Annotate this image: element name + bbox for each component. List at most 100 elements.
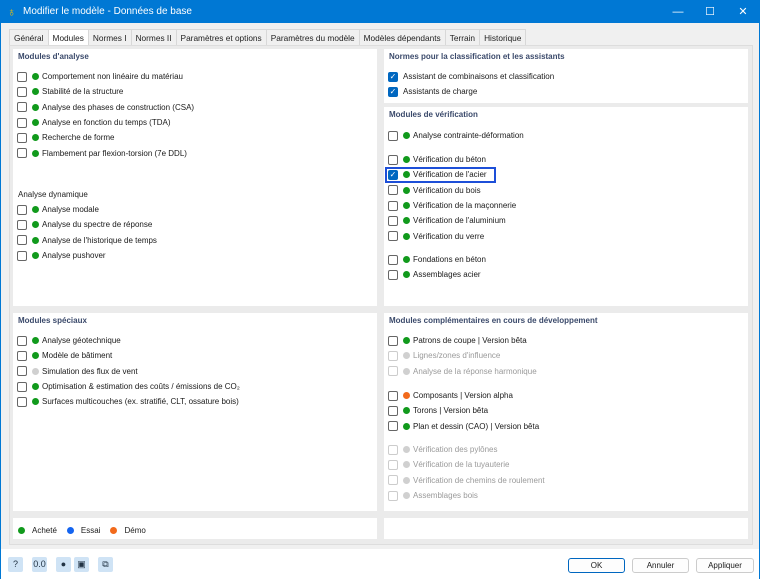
module-checkbox[interactable] [388, 254, 398, 265]
module-item[interactable]: Fondations en béton [388, 252, 486, 267]
module-checkbox[interactable] [388, 335, 398, 346]
module-item[interactable]: ✓ Assistant de combinaisons et classifica… [388, 69, 554, 84]
module-item[interactable]: Modèle de bâtiment [17, 348, 240, 363]
module-checkbox[interactable] [17, 148, 27, 159]
module-item[interactable]: Vérification de chemins de roulement [388, 473, 545, 488]
tab-terrain[interactable]: Terrain [444, 29, 481, 45]
module-checkbox[interactable] [388, 130, 398, 141]
minimize-button[interactable]: — [663, 3, 693, 21]
cancel-button[interactable]: Annuler [632, 558, 689, 573]
module-item[interactable]: Analyse du spectre de réponse [17, 217, 157, 232]
ok-button[interactable]: OK [568, 558, 625, 573]
copy-icon[interactable]: ⧉ [98, 557, 113, 572]
close-button[interactable]: ✕ [728, 3, 758, 21]
module-checkbox[interactable]: ✓ [388, 71, 398, 82]
module-item[interactable]: Torons | Version bêta [388, 403, 539, 418]
module-label: Analyse de la réponse harmonique [413, 366, 537, 376]
module-label: Vérification des pylônes [413, 445, 498, 455]
module-checkbox[interactable]: ✓ [388, 86, 398, 97]
tab-historique[interactable]: Historique [479, 29, 527, 45]
module-item[interactable]: Analyse contrainte-déformation [388, 128, 524, 143]
units-icon[interactable]: 0.0 [32, 557, 47, 572]
module-checkbox[interactable] [388, 421, 398, 432]
module-item[interactable]: Composants | Version alpha [388, 388, 539, 403]
module-checkbox[interactable] [388, 231, 398, 242]
module-label: Simulation des flux de vent [42, 366, 138, 376]
module-item[interactable]: Plan et dessin (CAO) | Version bêta [388, 419, 539, 434]
dialog-footer: ? 0.0 ● ▣ ⧉ OK Annuler Appliquer [1, 549, 759, 579]
module-checkbox[interactable] [17, 381, 27, 392]
tab-g-n-ral[interactable]: Général [9, 29, 49, 45]
module-item[interactable]: Optimisation & estimation des coûts / ém… [17, 379, 240, 394]
status-dot-icon [403, 446, 410, 454]
module-item[interactable]: Patrons de coupe | Version bêta [388, 333, 537, 348]
help-icon[interactable]: ? [8, 557, 23, 572]
module-checkbox[interactable] [17, 250, 27, 261]
module-item[interactable]: Vérification des pylônes [388, 442, 545, 457]
module-label: Flambement par flexion-torsion (7e DDL) [42, 148, 187, 158]
module-item[interactable]: ✓ Vérification de l'acier [385, 166, 516, 183]
module-item[interactable]: Flambement par flexion-torsion (7e DDL) [17, 145, 194, 160]
module-item[interactable]: Analyse en fonction du temps (TDA) [17, 115, 194, 130]
module-checkbox[interactable] [17, 235, 27, 246]
module-item[interactable]: Lignes/zones d'influence [388, 348, 537, 363]
module-checkbox[interactable] [388, 200, 398, 211]
tab-modules[interactable]: Modules [47, 29, 89, 46]
module-item[interactable]: Analyse modale [17, 202, 157, 217]
module-checkbox[interactable] [17, 86, 27, 97]
save-icon[interactable]: ▣ [74, 557, 89, 572]
module-checkbox[interactable] [17, 204, 27, 215]
module-item[interactable]: Assemblages acier [388, 267, 486, 282]
module-item[interactable]: Vérification de la tuyauterie [388, 457, 545, 472]
module-item[interactable]: Vérification de l'aluminium [388, 213, 516, 228]
module-item[interactable]: Vérification du béton [388, 152, 516, 167]
module-item[interactable]: Vérification du verre [388, 228, 516, 243]
apply-button[interactable]: Appliquer [696, 558, 754, 573]
module-checkbox[interactable] [388, 269, 398, 280]
module-checkbox[interactable] [17, 350, 27, 361]
module-item[interactable]: Analyse de l'historique de temps [17, 233, 157, 248]
design-modules-panel: Modules de vérification Analyse contrain… [384, 107, 748, 306]
tab-param-tres-et-options[interactable]: Paramètres et options [175, 29, 267, 45]
maximize-button[interactable]: ☐ [695, 3, 725, 21]
module-item[interactable]: Simulation des flux de vent [17, 364, 240, 379]
window-title: Modifier le modèle - Données de base [23, 6, 192, 17]
module-checkbox[interactable]: ✓ [388, 169, 398, 180]
module-label: Modèle de bâtiment [42, 351, 113, 361]
module-item[interactable]: Stabilité de la structure [17, 84, 194, 99]
module-checkbox[interactable] [17, 117, 27, 128]
module-item[interactable]: Analyse de la réponse harmonique [388, 364, 537, 379]
module-item[interactable]: Vérification du bois [388, 183, 516, 198]
module-checkbox[interactable] [388, 390, 398, 401]
module-item[interactable]: ✓ Assistants de charge [388, 84, 554, 99]
module-checkbox[interactable] [17, 396, 27, 407]
module-item[interactable]: Assemblages bois [388, 488, 545, 503]
module-checkbox[interactable] [17, 335, 27, 346]
module-item[interactable]: Surfaces multicouches (ex. stratifié, CL… [17, 394, 240, 409]
module-checkbox[interactable] [17, 71, 27, 82]
status-dot-icon [32, 236, 39, 244]
tab-normes-ii[interactable]: Normes II [130, 29, 177, 45]
module-checkbox[interactable] [388, 405, 398, 416]
module-checkbox[interactable] [17, 132, 27, 143]
module-checkbox[interactable] [17, 102, 27, 113]
module-item[interactable]: Analyse pushover [17, 248, 157, 263]
title-bar: ♁ Modifier le modèle - Données de base —… [1, 1, 760, 23]
module-checkbox[interactable] [17, 366, 27, 377]
module-checkbox[interactable] [388, 154, 398, 165]
tab-param-tres-du-mod-le[interactable]: Paramètres du modèle [265, 29, 360, 45]
status-dot-icon [403, 407, 410, 415]
status-dot-icon [403, 256, 410, 264]
module-item[interactable]: Analyse des phases de construction (CSA) [17, 100, 194, 115]
module-item[interactable]: Comportement non linéaire du matériau [17, 69, 194, 84]
status-dot-icon [403, 367, 410, 375]
module-item[interactable]: Vérification de la maçonnerie [388, 198, 516, 213]
tab-normes-i[interactable]: Normes I [87, 29, 132, 45]
tab-mod-les-d-pendants[interactable]: Modèles dépendants [358, 29, 446, 45]
module-checkbox[interactable] [388, 185, 398, 196]
module-checkbox[interactable] [388, 215, 398, 226]
module-checkbox[interactable] [17, 219, 27, 230]
module-item[interactable]: Analyse géotechnique [17, 333, 240, 348]
display-icon[interactable]: ● [56, 557, 71, 572]
module-item[interactable]: Recherche de forme [17, 130, 194, 145]
